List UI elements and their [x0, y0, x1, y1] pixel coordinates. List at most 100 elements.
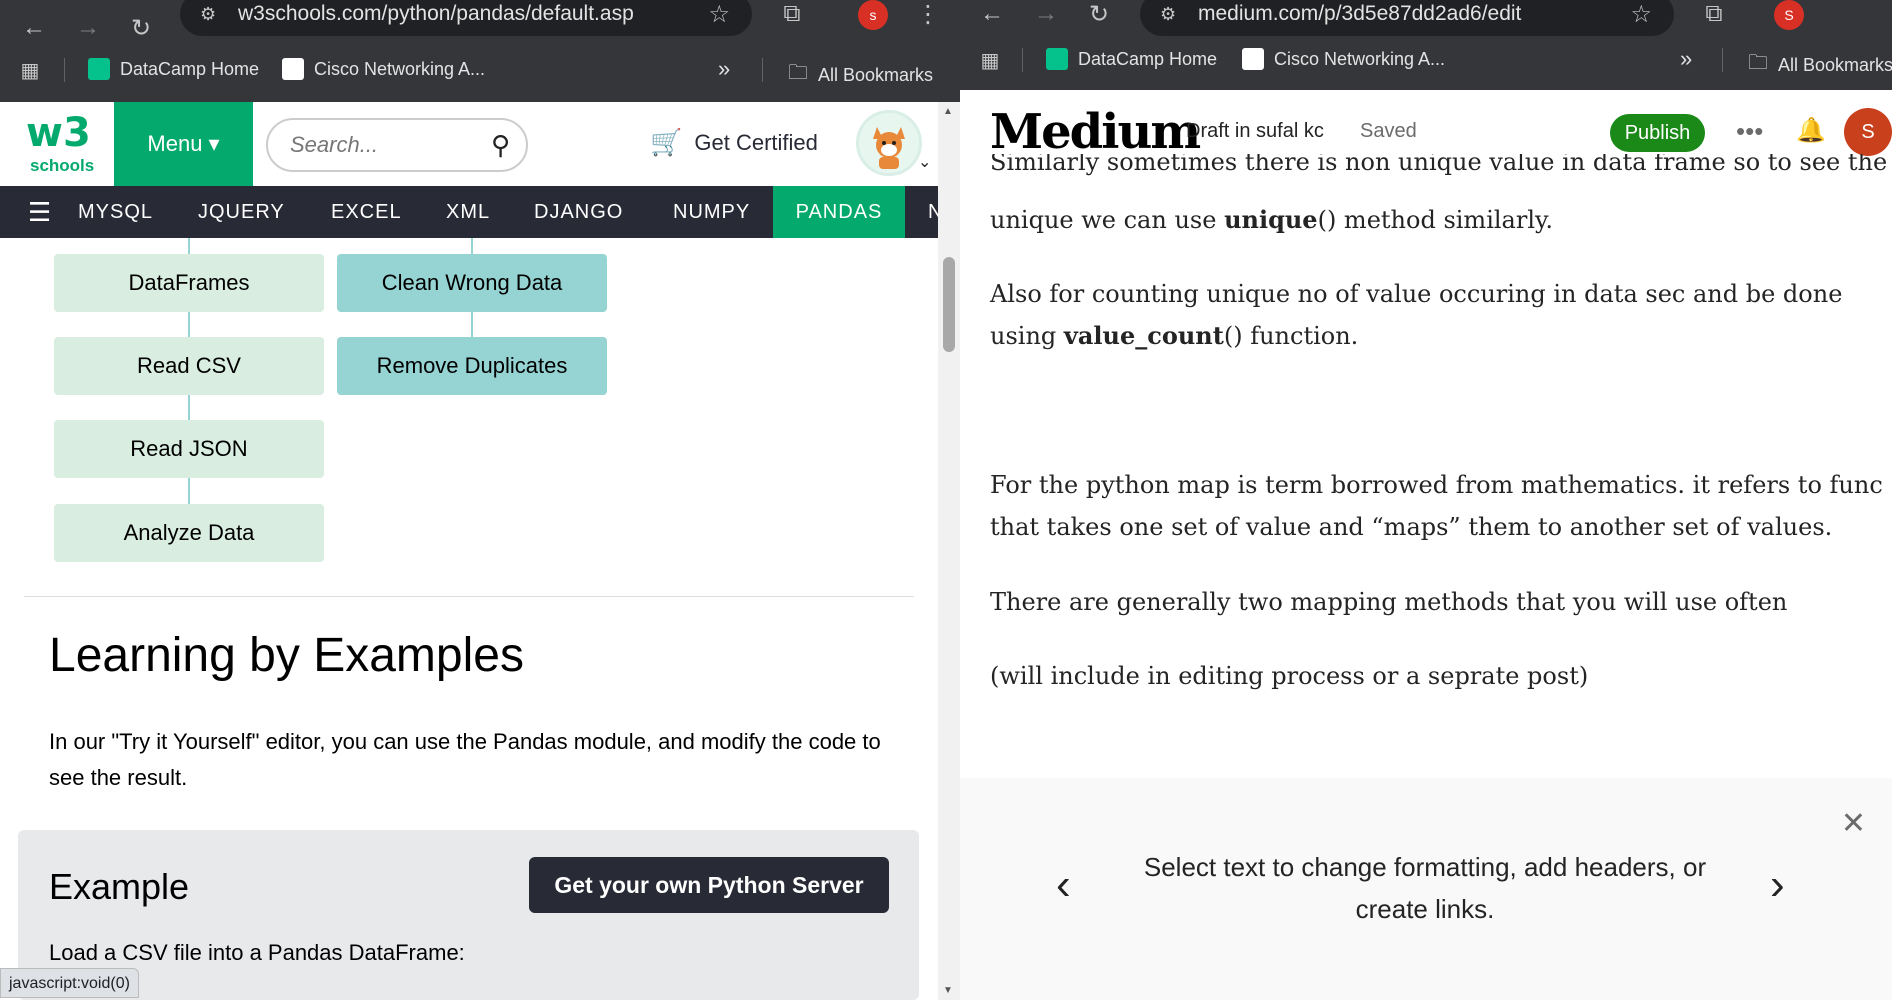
- cisco-favicon-icon: [282, 58, 304, 80]
- more-options-icon[interactable]: •••: [1736, 116, 1763, 147]
- site-info-icon[interactable]: ⚙: [200, 4, 216, 25]
- tip-text: Select text to change formatting, add he…: [1143, 852, 1707, 924]
- editor-paragraph[interactable]: For the python map is term borrowed from…: [990, 464, 1890, 548]
- browser-chrome: ← → ↻ ⚙ w3schools.com/python/pandas/defa…: [0, 0, 960, 102]
- bookmark-cisco[interactable]: Cisco Networking A...: [1242, 48, 1445, 70]
- nav-xml[interactable]: XML: [446, 186, 490, 238]
- previous-tip-icon[interactable]: ‹: [1056, 860, 1071, 910]
- bookmark-separator: [762, 58, 763, 82]
- publish-button[interactable]: Publish: [1610, 114, 1705, 152]
- all-bookmarks[interactable]: 🗀 All Bookmarks: [1748, 48, 1892, 82]
- nav-mysql[interactable]: MYSQL: [78, 186, 153, 238]
- nav-jquery[interactable]: JQUERY: [198, 186, 285, 238]
- bookmark-separator: [1722, 48, 1723, 72]
- nav-excel[interactable]: EXCEL: [331, 186, 402, 238]
- right-browser-window: ← → ↻ ⚙ medium.com/p/3d5e87dd2ad6/edit ☆…: [960, 0, 1892, 1000]
- example-description: Load a CSV file into a Pandas DataFrame:: [49, 940, 465, 965]
- w3-topbar: w3 schools Menu ▾ Search... ⚲ 🛒 Get Cert…: [0, 102, 938, 186]
- get-python-server-button[interactable]: Get your own Python Server: [529, 857, 889, 913]
- editor-paragraph[interactable]: Also for counting unique no of value occ…: [990, 273, 1890, 357]
- bookmarks-bar: ▦ DataCamp Home Cisco Networking A... » …: [960, 38, 1892, 82]
- user-avatar[interactable]: [856, 110, 922, 176]
- scrollbar-thumb[interactable]: [943, 257, 955, 352]
- editor-paragraph[interactable]: There are generally two mapping methods …: [990, 581, 1890, 623]
- extensions-icon[interactable]: ⧉: [778, 0, 806, 28]
- reload-icon[interactable]: ↻: [1085, 0, 1113, 28]
- roadmap-read-json[interactable]: Read JSON: [54, 420, 324, 478]
- reload-icon[interactable]: ↻: [127, 14, 155, 42]
- cisco-favicon-icon: [1242, 48, 1264, 70]
- bookmark-separator: [1022, 48, 1023, 72]
- nav-pandas[interactable]: PANDAS: [773, 186, 905, 238]
- medium-logo[interactable]: Medium: [990, 104, 1201, 160]
- bookmark-star-icon[interactable]: ☆: [708, 0, 730, 29]
- editor-paragraph[interactable]: unique we can use unique() method simila…: [990, 199, 1890, 241]
- learning-text: In our "Try it Yourself" editor, you can…: [49, 729, 881, 790]
- url-text: w3schools.com/python/pandas/default.asp: [238, 2, 634, 25]
- address-bar[interactable]: ⚙ w3schools.com/python/pandas/default.as…: [180, 0, 752, 36]
- url-text: medium.com/p/3d5e87dd2ad6/edit: [1198, 2, 1522, 25]
- profile-avatar[interactable]: s: [858, 0, 888, 30]
- user-avatar[interactable]: S: [1844, 108, 1892, 156]
- fox-avatar-icon: [873, 127, 905, 169]
- address-bar[interactable]: ⚙ medium.com/p/3d5e87dd2ad6/edit ☆: [1140, 0, 1674, 36]
- bookmark-datacamp[interactable]: DataCamp Home: [88, 58, 259, 80]
- roadmap-remove-duplicates[interactable]: Remove Duplicates: [337, 337, 607, 395]
- roadmap-dataframes[interactable]: DataFrames: [54, 254, 324, 312]
- w3schools-logo[interactable]: w3 schools: [0, 102, 114, 186]
- all-bookmarks[interactable]: 🗀 All Bookmarks: [788, 58, 933, 92]
- editor-paragraph[interactable]: (will include in editing process or a se…: [990, 655, 1890, 697]
- divider: [24, 596, 914, 597]
- notification-bell-icon[interactable]: 🔔: [1796, 116, 1826, 145]
- saved-status: Saved: [1360, 120, 1417, 142]
- search-input[interactable]: Search... ⚲: [266, 118, 528, 172]
- left-browser-window: ← → ↻ ⚙ w3schools.com/python/pandas/defa…: [0, 0, 960, 1000]
- nav-numpy[interactable]: NUMPY: [673, 186, 750, 238]
- back-icon[interactable]: ←: [978, 0, 1006, 28]
- learning-heading: Learning by Examples: [49, 629, 524, 682]
- apps-grid-icon[interactable]: ▦: [976, 46, 1004, 74]
- example-box: Example Get your own Python Server Load …: [18, 830, 919, 1000]
- profile-avatar[interactable]: S: [1774, 0, 1804, 30]
- editor-paragraph-clipped[interactable]: Similarly sometimes there is non unique …: [990, 154, 1890, 180]
- bookmark-cisco[interactable]: Cisco Networking A...: [282, 58, 485, 80]
- page-scrollbar[interactable]: ▲ ▼: [938, 102, 960, 1000]
- w3-topnav: ☰ MYSQL JQUERY EXCEL XML DJANGO NUMPY PA…: [0, 186, 938, 238]
- more-bookmarks-icon[interactable]: »: [718, 56, 730, 82]
- browser-menu-icon[interactable]: ⋮: [914, 0, 942, 28]
- site-info-icon[interactable]: ⚙: [1160, 4, 1176, 25]
- roadmap-read-csv[interactable]: Read CSV: [54, 337, 324, 395]
- roadmap-clean-wrong-data[interactable]: Clean Wrong Data: [337, 254, 607, 312]
- cart-icon: 🛒: [650, 127, 683, 157]
- bookmark-separator: [64, 58, 65, 82]
- next-tip-icon[interactable]: ›: [1770, 860, 1785, 910]
- close-icon[interactable]: ✕: [1841, 806, 1866, 841]
- folder-icon: 🗀: [1748, 52, 1768, 74]
- roadmap-analyze-data[interactable]: Analyze Data: [54, 504, 324, 562]
- bookmarks-bar: ▦ DataCamp Home Cisco Networking A... » …: [0, 48, 960, 92]
- example-title: Example: [49, 866, 190, 907]
- draft-label: Draft in sufal kc: [1186, 120, 1324, 142]
- datacamp-favicon-icon: [88, 58, 110, 80]
- hamburger-icon[interactable]: ☰: [28, 186, 52, 238]
- folder-icon: 🗀: [788, 62, 808, 84]
- forward-icon[interactable]: →: [74, 14, 102, 42]
- apps-grid-icon[interactable]: ▦: [16, 56, 44, 84]
- nav-nodejs[interactable]: NO: [928, 186, 938, 238]
- menu-button[interactable]: Menu ▾: [114, 102, 253, 186]
- bookmark-datacamp[interactable]: DataCamp Home: [1046, 48, 1217, 70]
- browser-chrome: ← → ↻ ⚙ medium.com/p/3d5e87dd2ad6/edit ☆…: [960, 0, 1892, 90]
- forward-icon[interactable]: →: [1032, 0, 1060, 28]
- extensions-icon[interactable]: ⧉: [1700, 0, 1728, 28]
- get-certified-link[interactable]: 🛒 Get Certified: [650, 127, 818, 158]
- scroll-up-icon[interactable]: ▲: [943, 106, 953, 117]
- nav-django[interactable]: DJANGO: [534, 186, 623, 238]
- bookmark-star-icon[interactable]: ☆: [1630, 0, 1652, 29]
- more-bookmarks-icon[interactable]: »: [1680, 46, 1692, 72]
- datacamp-favicon-icon: [1046, 48, 1068, 70]
- scroll-down-icon[interactable]: ▼: [943, 985, 953, 996]
- status-bar: javascript:void(0): [0, 968, 139, 998]
- chevron-down-icon[interactable]: ⌄: [918, 152, 931, 172]
- search-icon[interactable]: ⚲: [491, 130, 510, 161]
- back-icon[interactable]: ←: [20, 14, 48, 42]
